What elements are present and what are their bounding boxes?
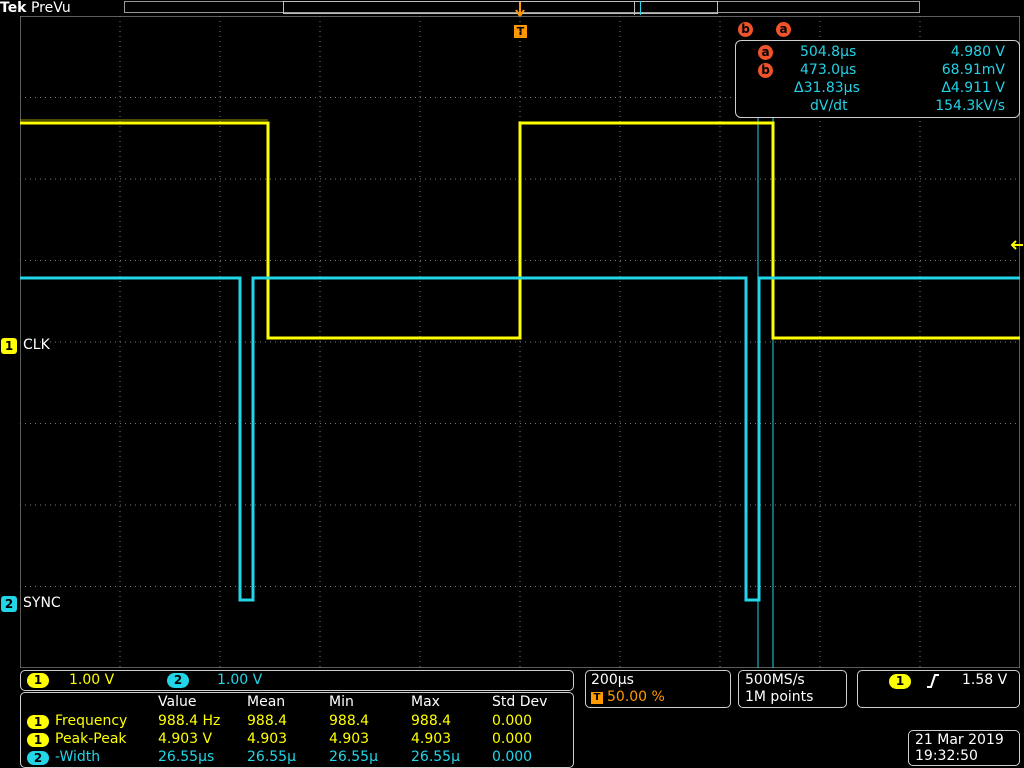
ch2-chip: 2 — [167, 673, 189, 688]
cursor-time: 473.0µs — [800, 62, 857, 78]
measurements-panel[interactable]: Value Mean Min Max Std Dev 1 Frequency 9… — [20, 692, 574, 768]
meas-header: Max — [411, 694, 440, 710]
time-div: 200µs — [591, 672, 634, 688]
meas-name: Frequency — [55, 713, 128, 729]
cursor-b-badge: b — [738, 22, 753, 37]
cursor-a-badge: a — [758, 45, 773, 60]
meas-std: 0.000 — [492, 731, 533, 747]
meas-std: 0.000 — [492, 749, 533, 765]
cursor-slope-value: 154.3kV/s — [935, 98, 1005, 114]
acquisition-panel[interactable]: 500MS/s 1M points — [738, 670, 847, 708]
ch2-name: SYNC — [23, 595, 61, 611]
record-view-window[interactable] — [283, 1, 718, 14]
datetime-panel[interactable]: 21 Mar 2019 19:32:50 — [908, 730, 1020, 766]
ch2-scale: 1.00 V — [217, 672, 263, 688]
trigger-badge: T — [591, 692, 603, 704]
scope-title: Tek PreVu — [0, 0, 71, 16]
horizontal-panel[interactable]: 200µs T 50.00 % — [585, 670, 731, 708]
cursor-value: 68.91mV — [941, 62, 1005, 78]
cursor-readout-row: b 473.0µs 68.91mV — [736, 61, 1019, 79]
meas-name: Peak-Peak — [55, 731, 127, 747]
cursor-delta-time: Δ31.83µs — [794, 80, 860, 96]
meas-channel-chip: 2 — [27, 751, 49, 765]
meas-min: 26.55µ — [329, 749, 378, 765]
cursor-readout-row: Δ31.83µs Δ4.911 V — [736, 79, 1019, 97]
record-view-cursor — [640, 1, 641, 15]
ch1-number: 1 — [1, 338, 17, 354]
meas-mean: 988.4 — [247, 713, 288, 729]
rising-edge-icon — [926, 673, 940, 693]
trigger-level-arrow-icon — [1010, 236, 1024, 250]
cursor-value: 4.980 V — [950, 44, 1005, 60]
cursor-delta-value: Δ4.911 V — [941, 80, 1005, 96]
meas-max: 988.4 — [411, 713, 452, 729]
cursor-readout-row: a 504.8µs 4.980 V — [736, 43, 1019, 61]
meas-value: 988.4 Hz — [158, 713, 221, 729]
ch1-name: CLK — [23, 337, 50, 353]
ch2-number: 2 — [1, 596, 17, 612]
mode-label: PreVu — [30, 0, 71, 16]
meas-value: 26.55µs — [158, 749, 215, 765]
meas-min: 4.903 — [329, 731, 370, 747]
meas-max: 4.903 — [411, 731, 452, 747]
cursor-b-badge: b — [758, 63, 773, 78]
meas-channel-chip: 1 — [27, 733, 49, 747]
ch1-scale: 1.00 V — [69, 672, 115, 688]
brand-label: Tek — [0, 0, 27, 16]
meas-std: 0.000 — [492, 713, 533, 729]
cursor-readout-panel[interactable]: a 504.8µs 4.980 V b 473.0µs 68.91mV Δ31.… — [735, 40, 1020, 118]
date-label: 21 Mar 2019 — [915, 732, 1004, 748]
sample-rate: 500MS/s — [745, 672, 805, 688]
record-length: 1M points — [745, 689, 814, 705]
cursor-a-badge: a — [776, 22, 791, 37]
meas-header: Min — [329, 694, 354, 710]
trigger-source-chip: 1 — [889, 674, 911, 689]
meas-mean: 26.55µ — [247, 749, 296, 765]
meas-mean: 4.903 — [247, 731, 288, 747]
ch1-chip: 1 — [27, 673, 49, 688]
meas-header: Std Dev — [492, 694, 548, 710]
vertical-settings-panel[interactable]: 1 1.00 V 2 1.00 V — [20, 670, 574, 691]
cursor-slope-label: dV/dt — [810, 98, 848, 114]
ch1-waveform — [20, 119, 1020, 340]
meas-channel-chip: 1 — [27, 715, 49, 729]
meas-header: Mean — [247, 694, 286, 710]
meas-value: 4.903 V — [158, 731, 213, 747]
trigger-position: 50.00 % — [607, 689, 665, 705]
cursor-readout-row: dV/dt 154.3kV/s — [736, 97, 1019, 115]
meas-max: 26.55µ — [411, 749, 460, 765]
record-view-marker — [634, 1, 635, 15]
meas-header: Value — [158, 694, 197, 710]
trigger-panel[interactable]: 1 1.58 V — [857, 670, 1020, 708]
cursor-time: 504.8µs — [800, 44, 857, 60]
meas-name: -Width — [55, 749, 101, 765]
meas-min: 988.4 — [329, 713, 370, 729]
time-label: 19:32:50 — [915, 748, 978, 764]
trigger-level: 1.58 V — [962, 672, 1008, 688]
